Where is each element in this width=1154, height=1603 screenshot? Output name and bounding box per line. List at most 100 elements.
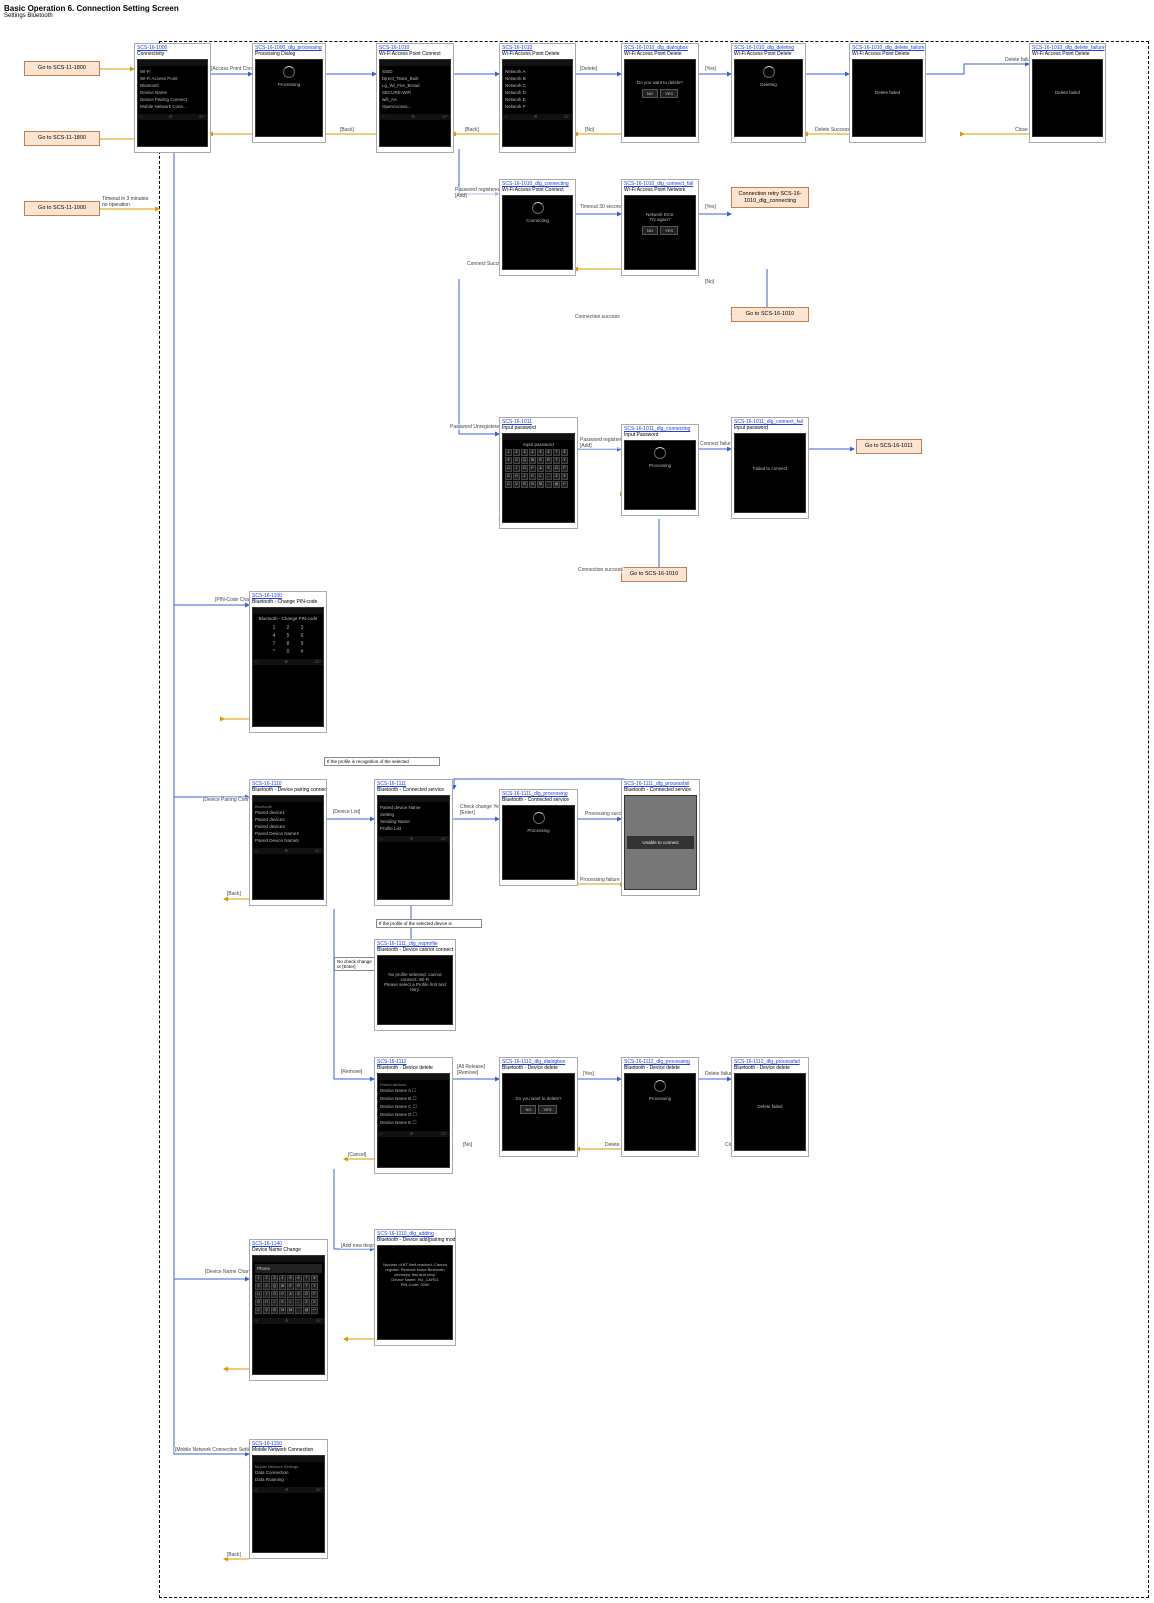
dialog-text: Processing — [627, 463, 693, 468]
screen-device-name[interactable]: SCS-16-1140 Device Name Change Phone 123… — [249, 1239, 328, 1381]
screen-bt-pairing[interactable]: SCS-16-1110 Bluetooth - Device pairing c… — [249, 779, 327, 906]
screen-id: SCS-16-1011_dlg_connect_fail — [732, 418, 808, 425]
screen-pw-fail[interactable]: SCS-16-1011_dlg_connect_fail Input passw… — [731, 417, 809, 519]
note-profile-rec: If the profile is recognition of the sel… — [324, 757, 440, 766]
screen-bt-delete-processing[interactable]: SCS-16-1112_dlg_processing Bluetooth - D… — [621, 1057, 699, 1157]
screen-ap-connect[interactable]: SCS-16-1010 Wi-Fi Access Point Connect S… — [376, 43, 454, 153]
spinner-icon — [532, 202, 544, 214]
lbl-no1: [No] — [584, 127, 595, 133]
screen-pin-change[interactable]: SCS-16-1100 Bluetooth - Change PIN-code … — [249, 591, 327, 733]
screen-name: Input password — [732, 425, 808, 432]
screen-id: SCS-16-1010_dlg_connecting — [500, 180, 575, 187]
list-item: Device Name C ☐ — [380, 1103, 447, 1111]
screen-id: SCS-16-1111_dlg_noprofile — [375, 940, 455, 947]
screen-ap-connecting[interactable]: SCS-16-1010_dlg_connecting Wi-Fi Access … — [499, 179, 576, 276]
screen-bt-adding[interactable]: SCS-16-1110_dlg_adding Bluetooth - Devic… — [374, 1229, 456, 1346]
screen-bt-delete-confirm[interactable]: SCS-16-1112_dlg_dialogbox Bluetooth - De… — [499, 1057, 578, 1157]
lbl-del1: [Delete] — [579, 66, 598, 72]
screen-ap-delete-list[interactable]: SCS-16-1010 Wi-Fi Access Point Delete Ne… — [499, 43, 576, 153]
flow-canvas: Go to SCS-11-1800 Go to SCS-11-1800 Go t… — [4, 19, 1150, 1599]
keyboard[interactable]: 1234567890 QWERTYUIOP ASDFGHJKL← ZXCVBNM… — [505, 449, 572, 488]
no-button[interactable]: NO — [642, 89, 658, 98]
screen-name: Wi-Fi Access Point Connect — [500, 187, 575, 194]
no-button[interactable]: NO — [520, 1105, 536, 1114]
yes-button[interactable]: YES — [660, 89, 678, 98]
screen-bt-fail[interactable]: SCS-16-1111_dlg_processfail Bluetooth - … — [621, 779, 700, 896]
numpad[interactable]: 123456789*0# — [255, 625, 321, 655]
keyboard[interactable]: 1234567890 QWERTYUIOP ASDFGHJKL← ZXCVBNM… — [255, 1275, 322, 1314]
screen-name: Wi-Fi Access Point Delete — [500, 51, 575, 58]
screen-id: SCS-16-1111_dlg_processing — [500, 790, 577, 797]
yes-button[interactable]: YES — [538, 1105, 556, 1114]
screen-mobile-network[interactable]: SCS-16-1150 Mobile Network Connection Mo… — [249, 1439, 328, 1559]
yes-button[interactable]: YES — [660, 226, 678, 235]
screen-pw-connecting[interactable]: SCS-16-1011_dlg_connecting Input Passwor… — [621, 424, 699, 516]
lbl-mnc: [Mobile Network Connection Settings] — [174, 1447, 259, 1453]
goto-scs-16-1011[interactable]: Go to SCS-16-1011 — [856, 439, 922, 454]
spinner-icon — [283, 66, 295, 78]
list-item: Device Name D ☐ — [380, 1111, 447, 1119]
goto-conn-retry[interactable]: Connection retry SCS-16- 1010_dlg_connec… — [731, 187, 809, 208]
goto-scs-11-1800-a[interactable]: Go to SCS-11-1800 — [24, 61, 100, 76]
screen-scs-16-1000[interactable]: SCS-16-1000 Connectivity Wi-Fi Wi-Fi Acc… — [134, 43, 211, 153]
list-item: Paired Device Name4 — [255, 830, 321, 837]
screen-id: SCS-16-1112_dlg_dialogbox — [500, 1058, 577, 1065]
dialog-text: Failed to connect — [737, 466, 803, 471]
lbl-remove: [Remove] — [340, 1069, 363, 1075]
dialog-text: Processing — [627, 1096, 693, 1101]
list-item: Wi-Fi — [140, 68, 205, 75]
screen-bt-noprofile[interactable]: SCS-16-1111_dlg_noprofile Bluetooth - De… — [374, 939, 456, 1031]
screen-id: SCS-16-1000_dlg_processing — [253, 44, 325, 51]
screen-input-password[interactable]: SCS-16-1011 Input password Input passwor… — [499, 417, 578, 529]
screen-id: SCS-16-1010_dlg_deleting — [732, 44, 805, 51]
goto-scs-16-1010-a[interactable]: Go to SCS-16-1010 — [731, 307, 809, 322]
dialog-text: Deleting — [737, 82, 800, 87]
dialog-text: Delete failed — [855, 90, 920, 95]
dialog-text: Unable to connect — [627, 836, 694, 849]
dialog-text: Do you want to delete? — [505, 1096, 572, 1101]
screen-name: Connectivity — [135, 51, 210, 58]
dialog-text: Input password — [505, 442, 572, 447]
goto-scs-11-1000[interactable]: Go to SCS-11-1000 — [24, 201, 100, 216]
screen-id: SCS-16-1010_dlg_dialogbox — [622, 44, 698, 51]
note-profile-sel: If the profile of the selected device is — [376, 919, 482, 928]
goto-scs-11-1800-b[interactable]: Go to SCS-11-1800 — [24, 131, 100, 146]
list-item: Data Connection — [255, 1469, 322, 1476]
screen-id: SCS-16-1150 — [250, 1440, 327, 1447]
screen-bt-delete-list[interactable]: SCS-16-1112 Bluetooth - Device delete Pa… — [374, 1057, 453, 1174]
list-item: Data Roaming — [255, 1476, 322, 1483]
screen-id: SCS-16-1110 — [250, 780, 326, 787]
screen-name: Bluetooth - Connected service — [375, 787, 452, 794]
screen-ap-delete-confirm[interactable]: SCS-16-1010_dlg_dialogbox Wi-Fi Access P… — [621, 43, 699, 143]
screen-name: Bluetooth - Device delete — [500, 1065, 577, 1072]
screen-ap-delete-fail[interactable]: SCS-16-1010_dlg_delete_failure Wi-Fi Acc… — [849, 43, 926, 143]
dialog-text: Delete failed — [737, 1104, 803, 1109]
screen-bt-service[interactable]: SCS-16-1111 Bluetooth - Connected servic… — [374, 779, 453, 906]
screen-ap-connect-fail[interactable]: SCS-16-1010_dlg_connect_fail Wi-Fi Acces… — [621, 179, 699, 276]
screen-ap-delete-fail2[interactable]: SCS-16-1010_dlg_delete_failure Wi-Fi Acc… — [1029, 43, 1106, 143]
list-item: Device Name A ☐ — [380, 1087, 447, 1095]
list-item: Network B — [505, 75, 570, 82]
list-item: Bluetooth — [140, 82, 205, 89]
screen-id: SCS-16-1000 — [135, 44, 210, 51]
screen-id: SCS-16-1011_dlg_connecting — [622, 425, 698, 432]
lbl-back1: [Back] — [339, 127, 355, 133]
screen-id: SCS-16-1111_dlg_processfail — [622, 780, 699, 787]
screen-id: SCS-16-1010 — [500, 44, 575, 51]
lbl-connsucc: Connection success — [574, 314, 621, 320]
lbl-no2: [No] — [704, 279, 715, 285]
screen-id: SCS-16-1112 — [375, 1058, 452, 1065]
list-item: Device Pairing Connect — [140, 96, 205, 103]
no-button[interactable]: NO — [642, 226, 658, 235]
dialog-text: Network Error Try again? — [627, 212, 693, 222]
list-item: Network C — [505, 82, 570, 89]
screen-bt-delete-fail[interactable]: SCS-16-1112_dlg_processfail Bluetooth - … — [731, 1057, 809, 1157]
list-item: Paired device1 — [255, 809, 321, 816]
screen-processing[interactable]: SCS-16-1000_dlg_processing Processing Di… — [252, 43, 326, 143]
screen-ap-deleting[interactable]: SCS-16-1010_dlg_deleting Wi-Fi Access Po… — [731, 43, 806, 143]
screen-name: Mobile Network Connection — [250, 1447, 327, 1454]
screen-bt-processing[interactable]: SCS-16-1111_dlg_processing Bluetooth - C… — [499, 789, 578, 886]
screen-name: Bluetooth - Device delete — [375, 1065, 452, 1072]
goto-scs-16-1010-b[interactable]: Go to SCS-16-1010 — [621, 567, 687, 582]
lbl-dsucc: Delete Success — [814, 127, 851, 133]
